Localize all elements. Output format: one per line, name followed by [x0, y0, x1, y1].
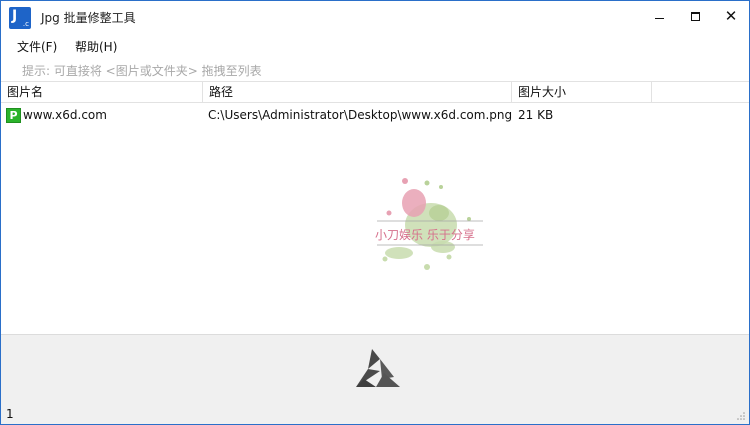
column-header-filler	[652, 82, 749, 103]
bottom-panel	[1, 334, 749, 404]
close-button[interactable]: ✕	[713, 1, 749, 31]
table-row[interactable]: P www.x6d.com C:\Users\Administrator\Des…	[1, 105, 749, 125]
maximize-icon	[690, 11, 700, 21]
minimize-button[interactable]	[641, 1, 677, 31]
maximize-button[interactable]	[677, 1, 713, 31]
column-header-size[interactable]: 图片大小	[512, 82, 652, 103]
app-window: J .c Jpg 批量修整工具 ✕ 文件(F) 帮助(H) 提示: 可直接将 <…	[0, 0, 750, 425]
drop-hint: 提示: 可直接将 <图片或文件夹> 拖拽至列表	[22, 64, 262, 78]
app-logo-icon: J .c	[9, 7, 31, 29]
status-bar: 1	[1, 404, 749, 424]
resize-grip-icon[interactable]	[736, 411, 746, 421]
brand-logo-icon	[356, 349, 400, 387]
window-title: Jpg 批量修整工具	[41, 11, 136, 25]
cell-name: www.x6d.com	[23, 108, 107, 122]
item-count: 1	[6, 407, 14, 421]
column-header-name[interactable]: 图片名	[1, 82, 203, 103]
minimize-icon	[654, 17, 664, 19]
title-bar: J .c Jpg 批量修整工具 ✕	[1, 1, 749, 33]
app-logo-sub: .c	[22, 20, 29, 28]
column-header-path[interactable]: 路径	[203, 82, 512, 103]
table-header: 图片名 路径 图片大小	[1, 81, 749, 103]
close-icon: ✕	[724, 6, 738, 25]
menu-help[interactable]: 帮助(H)	[75, 38, 117, 55]
watermark-text: 小刀娱乐 乐于分享	[375, 227, 475, 242]
menu-file[interactable]: 文件(F)	[17, 38, 57, 55]
png-file-icon: P	[6, 108, 21, 123]
cell-path: C:\Users\Administrator\Desktop\www.x6d.c…	[208, 108, 513, 122]
cell-size: 21 KB	[518, 108, 554, 122]
menu-bar: 文件(F) 帮助(H)	[1, 35, 749, 57]
app-logo-letter: J	[12, 8, 18, 24]
watermark-logo: 小刀娱乐 乐于分享	[375, 178, 483, 270]
